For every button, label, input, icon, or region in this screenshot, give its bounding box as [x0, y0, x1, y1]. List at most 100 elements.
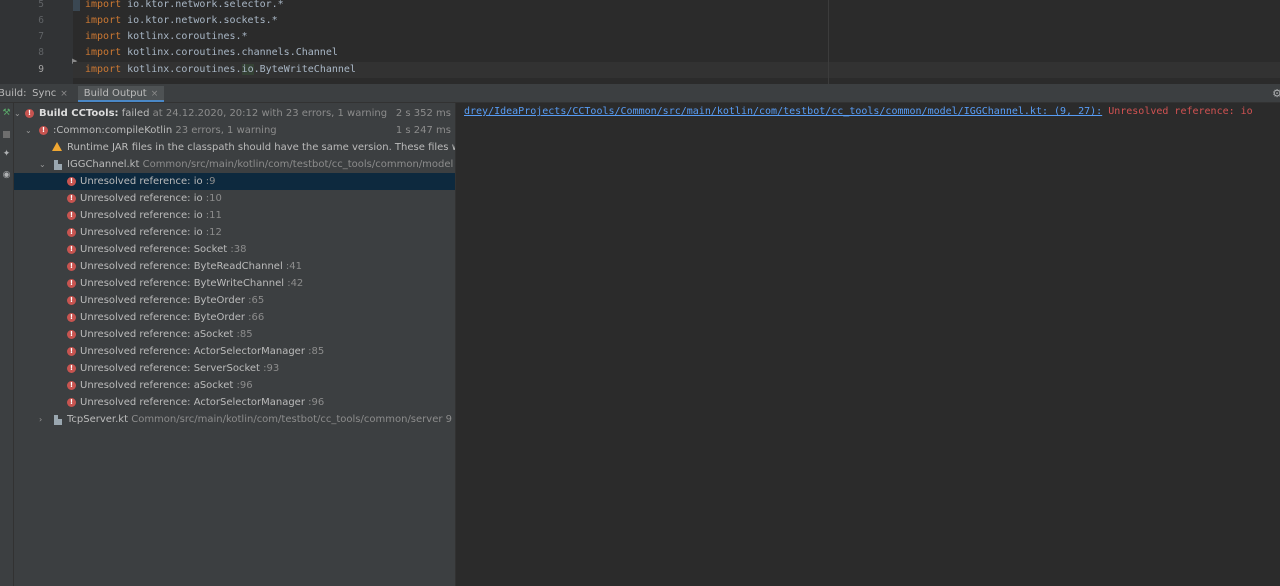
build-actions-toolbar: ⚒ ✦ ◉: [0, 103, 14, 586]
filter-eye-icon[interactable]: ◉: [1, 170, 12, 181]
tab-label: Sync: [32, 88, 57, 99]
error-message: Unresolved reference: io: [80, 176, 203, 187]
error-icon: !: [39, 126, 48, 135]
tree-node-build-root[interactable]: ⌄ ! Build CCTools: failed at 24.12.2020,…: [14, 105, 455, 122]
tree-node-error[interactable]: ! Unresolved reference: io :12: [14, 224, 455, 241]
line-number: 5: [38, 0, 44, 10]
error-icon: !: [67, 381, 76, 390]
task-summary: 23 errors, 1 warning: [175, 125, 277, 136]
tree-node-file[interactable]: › TcpServer.kt Common/src/main/kotlin/co…: [14, 411, 455, 428]
fold-region-marker[interactable]: [73, 0, 80, 11]
error-message: Unresolved reference: Socket: [80, 244, 228, 255]
tree-node-error[interactable]: ! Unresolved reference: io :9: [14, 173, 455, 190]
gear-icon[interactable]: ⚙: [1272, 86, 1280, 101]
code-editor[interactable]: 5 6 7 8 9 ▶ import io.ktor.network.selec…: [0, 0, 1280, 86]
console-error-text: Unresolved reference: io: [1102, 106, 1253, 117]
stop-icon[interactable]: [1, 129, 12, 140]
line-number-gutter: 5 6 7 8 9: [0, 0, 73, 86]
toolwindow-title: Build:: [0, 88, 27, 99]
error-line: :9: [205, 176, 216, 187]
tree-node-error[interactable]: ! Unresolved reference: io :11: [14, 207, 455, 224]
tree-node-error[interactable]: ! Unresolved reference: ByteWriteChannel …: [14, 275, 455, 292]
error-icon: !: [67, 211, 76, 220]
tree-node-error[interactable]: ! Unresolved reference: ActorSelectorMana…: [14, 394, 455, 411]
error-message: Unresolved reference: io: [80, 193, 203, 204]
kotlin-file-icon: [54, 415, 62, 425]
kotlin-file-icon: [54, 160, 62, 170]
error-message: Unresolved reference: io: [80, 227, 203, 238]
console-line: drey/IdeaProjects/CCTools/Common/src/mai…: [464, 104, 1253, 120]
error-message: Unresolved reference: ByteWriteChannel: [80, 278, 285, 289]
error-icon: !: [25, 109, 34, 118]
error-message: Unresolved reference: ActorSelectorManag…: [80, 397, 305, 408]
error-message: Unresolved reference: io: [80, 210, 203, 221]
highlighted-reference: io: [241, 64, 254, 75]
pin-icon[interactable]: ✦: [1, 149, 12, 160]
build-duration: 2 s 352 ms: [395, 108, 451, 119]
error-icon: !: [67, 364, 76, 373]
error-icon: !: [67, 279, 76, 288]
file-name: IGGChannel.kt: [67, 159, 140, 170]
error-line: :10: [205, 193, 222, 204]
active-tab-indicator: [78, 100, 164, 102]
file-path: Common/src/main/kotlin/com/testbot/cc_to…: [142, 159, 455, 170]
code-line-current: import kotlinx.coroutines.io.ByteWriteCh…: [85, 64, 356, 75]
error-message: Unresolved reference: ByteReadChannel: [80, 261, 283, 272]
error-icon: !: [67, 262, 76, 271]
code-line: import kotlinx.coroutines.*: [85, 31, 248, 42]
tree-node-error[interactable]: ! Unresolved reference: ServerSocket :93: [14, 360, 455, 377]
error-icon: !: [67, 398, 76, 407]
code-line: import io.ktor.network.sockets.*: [85, 15, 278, 26]
tree-node-error[interactable]: ! Unresolved reference: ByteOrder :65: [14, 292, 455, 309]
chevron-down-icon[interactable]: ⌄: [25, 122, 32, 139]
error-line: :41: [285, 261, 303, 272]
error-icon: !: [67, 194, 76, 203]
line-number: 6: [38, 15, 44, 26]
code-line: import kotlinx.coroutines.channels.Chann…: [85, 47, 338, 58]
line-number: 9: [38, 64, 44, 75]
error-message: Unresolved reference: ByteOrder: [80, 312, 245, 323]
file-name: TcpServer.kt: [67, 414, 129, 425]
tree-node-error[interactable]: ! Unresolved reference: ByteOrder :66: [14, 309, 455, 326]
build-output-tree[interactable]: ⌄ ! Build CCTools: failed at 24.12.2020,…: [14, 103, 455, 586]
error-icon: !: [67, 228, 76, 237]
error-line: :42: [287, 278, 304, 289]
tree-node-error[interactable]: ! Unresolved reference: aSocket :96: [14, 377, 455, 394]
error-line: :66: [248, 312, 265, 323]
tree-node-error[interactable]: ! Unresolved reference: io :10: [14, 190, 455, 207]
close-icon[interactable]: ×: [151, 89, 159, 99]
error-line: :65: [248, 295, 265, 306]
error-icon: !: [67, 313, 76, 322]
tree-node-error[interactable]: ! Unresolved reference: ByteReadChannel :…: [14, 258, 455, 275]
tree-node-warning[interactable]: Runtime JAR files in the classpath shoul…: [14, 139, 455, 156]
error-message: Unresolved reference: ServerSocket: [80, 363, 260, 374]
build-title: Build CCTools:: [39, 108, 119, 119]
task-duration: 1 s 247 ms: [395, 125, 451, 136]
error-icon: !: [67, 177, 76, 186]
line-number: 7: [38, 31, 44, 42]
build-status: failed: [118, 108, 150, 119]
tree-node-error[interactable]: ! Unresolved reference: ActorSelectorMana…: [14, 343, 455, 360]
error-line: :96: [236, 380, 253, 391]
tree-node-error[interactable]: ! Unresolved reference: aSocket :85: [14, 326, 455, 343]
error-line: :38: [230, 244, 247, 255]
chevron-right-icon[interactable]: ›: [39, 411, 42, 428]
error-line: :93: [263, 363, 280, 374]
right-margin-guide: [828, 0, 829, 86]
chevron-down-icon[interactable]: ⌄: [14, 105, 21, 122]
error-icon: !: [67, 245, 76, 254]
build-toolwindow-header: Build: Sync × Build Output × ⚙: [0, 86, 1280, 103]
chevron-down-icon[interactable]: ⌄: [39, 156, 46, 173]
rerun-hammer-icon[interactable]: ⚒: [1, 108, 12, 119]
file-path: Common/src/main/kotlin/com/testbot/cc_to…: [131, 414, 455, 425]
error-message: Unresolved reference: ActorSelectorManag…: [80, 346, 305, 357]
error-icon: !: [67, 296, 76, 305]
tab-sync[interactable]: Sync ×: [28, 86, 72, 102]
build-console-output[interactable]: drey/IdeaProjects/CCTools/Common/src/mai…: [456, 103, 1280, 586]
tree-node-file[interactable]: ⌄ IGGChannel.kt Common/src/main/kotlin/c…: [14, 156, 455, 173]
file-location-link[interactable]: drey/IdeaProjects/CCTools/Common/src/mai…: [464, 106, 1102, 117]
close-icon[interactable]: ×: [60, 89, 68, 99]
tree-node-error[interactable]: ! Unresolved reference: Socket :38: [14, 241, 455, 258]
error-line: :11: [205, 210, 222, 221]
tree-node-task[interactable]: ⌄ ! :Common:compileKotlin 23 errors, 1 w…: [14, 122, 455, 139]
